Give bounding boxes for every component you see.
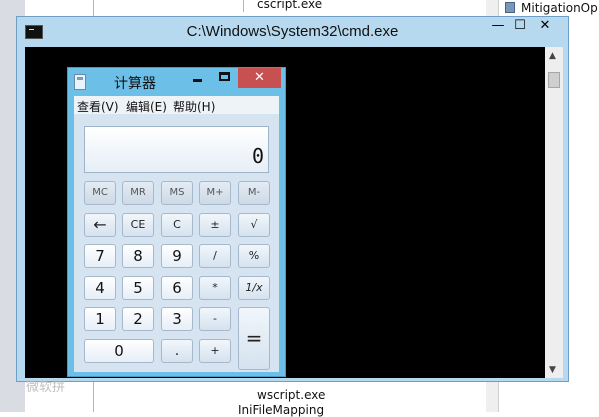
- key-ce[interactable]: CE: [122, 213, 154, 237]
- maximize-icon: [219, 72, 230, 81]
- key-mr[interactable]: MR: [122, 181, 154, 205]
- key-mc[interactable]: MC: [84, 181, 116, 205]
- scroll-up-arrow-icon[interactable]: ▲: [549, 51, 556, 61]
- tree-item-inifilemapping[interactable]: IniFileMapping: [238, 403, 324, 417]
- minimize-icon: [193, 79, 202, 82]
- registry-value-mitigation[interactable]: MitigationOp: [521, 1, 598, 15]
- display-value: 0: [251, 144, 264, 168]
- key-8[interactable]: 8: [122, 244, 154, 268]
- key-2[interactable]: 2: [122, 307, 154, 331]
- cmd-titlebar[interactable]: C:\Windows\System32\cmd.exe — ☐ ✕: [17, 17, 568, 47]
- calculator-maximize-button[interactable]: [211, 68, 238, 88]
- cmd-maximize-button[interactable]: ☐: [506, 18, 534, 38]
- key-subtract[interactable]: -: [199, 307, 231, 331]
- key-reciprocal[interactable]: 1/x: [238, 276, 270, 300]
- calculator-menubar: 查看(V) 编辑(E) 帮助(H): [74, 96, 279, 114]
- tree-item-wscript[interactable]: wscript.exe: [257, 388, 325, 402]
- menu-view[interactable]: 查看(V): [77, 98, 119, 115]
- key-6[interactable]: 6: [161, 276, 193, 300]
- scroll-thumb[interactable]: [548, 72, 560, 88]
- key-m-minus[interactable]: M-: [238, 181, 270, 205]
- key-1[interactable]: 1: [84, 307, 116, 331]
- key-equals[interactable]: =: [238, 307, 270, 370]
- key-3[interactable]: 3: [161, 307, 193, 331]
- key-percent[interactable]: %: [238, 244, 270, 268]
- key-backspace[interactable]: ←: [84, 213, 116, 237]
- calculator-body: 查看(V) 编辑(E) 帮助(H) 0 MC MR MS M+ M- ← CE …: [74, 96, 279, 372]
- calculator-app-icon: [74, 74, 86, 90]
- key-7[interactable]: 7: [84, 244, 116, 268]
- calculator-titlebar[interactable]: 计算器 ✕: [68, 68, 285, 96]
- ime-indicator: 微软拼: [26, 380, 66, 395]
- registry-value-icon: [505, 2, 515, 13]
- key-decimal[interactable]: .: [161, 339, 193, 363]
- key-sqrt[interactable]: √: [238, 213, 270, 237]
- tree-item-cscript[interactable]: cscript.exe: [257, 0, 322, 11]
- cmd-close-button[interactable]: ✕: [531, 18, 559, 38]
- key-m-plus[interactable]: M+: [199, 181, 231, 205]
- key-4[interactable]: 4: [84, 276, 116, 300]
- key-add[interactable]: +: [199, 339, 231, 363]
- calculator-window: 计算器 ✕ 查看(V) 编辑(E) 帮助(H) 0 MC MR MS M+ M-…: [67, 67, 286, 377]
- calculator-title: 计算器: [114, 76, 156, 92]
- key-c[interactable]: C: [161, 213, 193, 237]
- calculator-display: 0: [84, 126, 269, 173]
- menu-help[interactable]: 帮助(H): [173, 98, 215, 115]
- key-divide[interactable]: /: [199, 244, 231, 268]
- key-5[interactable]: 5: [122, 276, 154, 300]
- key-ms[interactable]: MS: [161, 181, 193, 205]
- calculator-close-button[interactable]: ✕: [238, 68, 281, 88]
- key-plus-minus[interactable]: ±: [199, 213, 231, 237]
- key-9[interactable]: 9: [161, 244, 193, 268]
- menu-edit[interactable]: 编辑(E): [126, 98, 167, 115]
- calculator-minimize-button[interactable]: [184, 68, 211, 88]
- scroll-down-arrow-icon[interactable]: ▼: [549, 365, 556, 375]
- key-multiply[interactable]: *: [199, 276, 231, 300]
- tree-guide-line: [243, 0, 244, 12]
- cmd-vertical-scrollbar[interactable]: ▲ ▼: [545, 47, 563, 378]
- key-0[interactable]: 0: [84, 339, 154, 363]
